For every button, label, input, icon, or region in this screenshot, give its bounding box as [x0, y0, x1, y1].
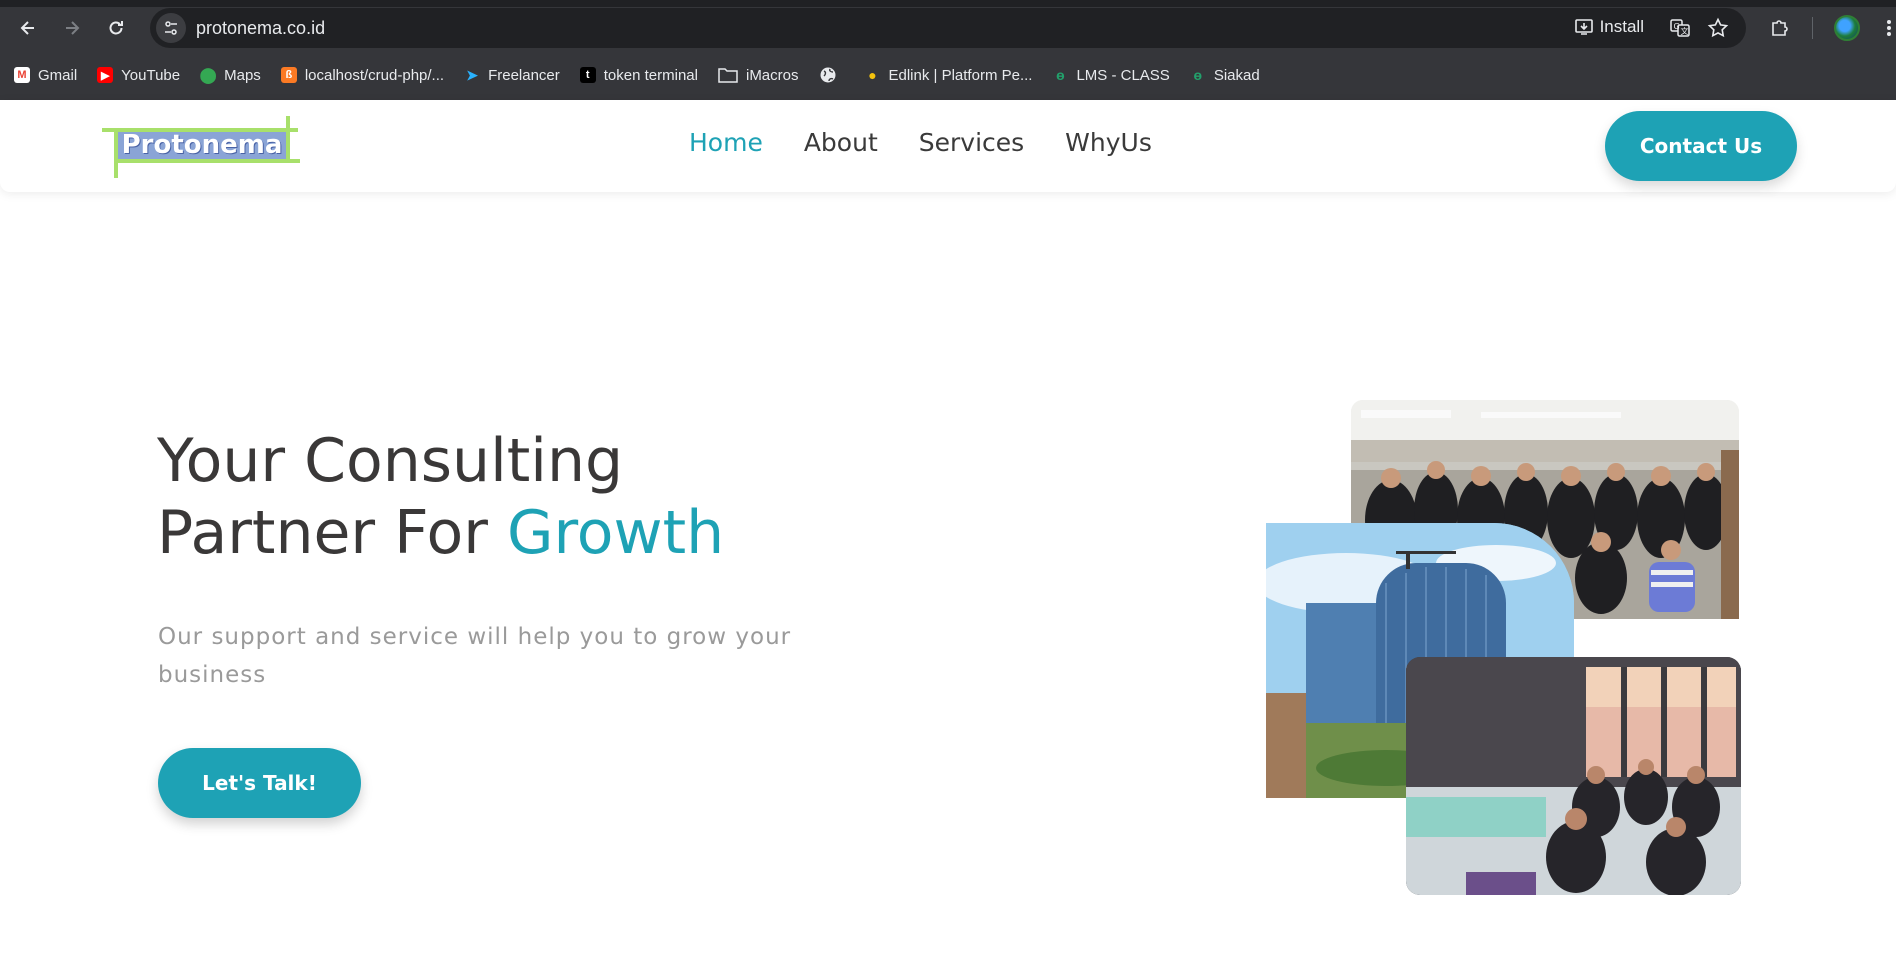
classroom-photo	[1406, 657, 1741, 895]
hero-title: Your Consulting Partner For Growth	[157, 425, 724, 569]
token-terminal-icon: t	[579, 67, 596, 83]
youtube-icon: ▶	[97, 67, 114, 83]
classroom-photo-illustration	[1406, 657, 1741, 895]
site-logo[interactable]: Protonema	[102, 116, 300, 178]
install-icon	[1574, 19, 1593, 35]
bookmark-label: Freelancer	[488, 66, 560, 84]
tab-strip	[0, 0, 1896, 7]
browser-menu-button[interactable]	[1882, 14, 1896, 42]
bookmark-label: Maps	[224, 66, 261, 84]
bookmark-lms-class[interactable]: ɵ LMS - CLASS	[1052, 66, 1170, 84]
site-info-button[interactable]	[156, 13, 186, 43]
bookmark-label: Gmail	[38, 66, 78, 84]
install-label: Install	[1599, 17, 1644, 36]
arrow-left-icon	[20, 21, 34, 35]
bookmark-siakad[interactable]: ɵ Siakad	[1190, 67, 1260, 84]
svg-text:文: 文	[1681, 26, 1689, 36]
hero-title-line1: Your Consulting	[157, 426, 624, 496]
siakad-icon: ɵ	[1193, 67, 1203, 83]
more-vert-icon	[1887, 20, 1891, 36]
bookmark-gmail[interactable]: M Gmail	[14, 67, 77, 84]
bookmark-label: iMacros	[745, 66, 799, 84]
reload-icon	[109, 21, 123, 35]
reload-button[interactable]	[100, 12, 132, 44]
bookmark-label: YouTube	[121, 66, 181, 84]
translate-icon: G文	[1670, 19, 1690, 37]
xampp-icon: ß	[280, 67, 297, 83]
bookmark-label: Siakad	[1213, 66, 1260, 84]
profile-avatar[interactable]	[1834, 15, 1860, 41]
bookmark-star-button[interactable]	[1706, 16, 1730, 40]
bookmark-label: Edlink | Platform Pe...	[888, 66, 1033, 84]
nav-services[interactable]: Services	[919, 128, 1024, 157]
nav-home[interactable]: Home	[689, 128, 763, 157]
gmail-icon: M	[14, 67, 30, 83]
tune-icon	[165, 21, 177, 35]
contact-us-button[interactable]: Contact Us	[1605, 111, 1797, 181]
main-nav: Home About Services WhyUs	[689, 128, 1152, 157]
nav-whyus[interactable]: WhyUs	[1065, 128, 1152, 157]
browser-chrome: protonema.co.id Install G文 M Gmail ▶ You…	[0, 0, 1896, 100]
folder-icon	[718, 68, 738, 83]
lets-talk-button[interactable]: Let's Talk!	[158, 748, 361, 818]
bookmark-token-terminal[interactable]: t token terminal	[579, 66, 698, 84]
star-icon	[1707, 17, 1729, 38]
maps-icon: ⬤	[199, 67, 217, 84]
bookmark-youtube[interactable]: ▶ YouTube	[97, 67, 180, 84]
edlink-icon: ●	[868, 67, 877, 83]
bookmark-edlink[interactable]: ● Edlink | Platform Pe...	[865, 66, 1033, 84]
hero-title-line2: Partner For	[157, 498, 507, 568]
toolbar-divider	[1812, 17, 1813, 39]
extensions-button[interactable]	[1766, 14, 1794, 42]
bookmark-freelancer[interactable]: ➤ Freelancer	[464, 67, 560, 84]
bookmark-localhost[interactable]: ß localhost/crud-php/...	[280, 66, 445, 84]
bookmark-label: LMS - CLASS	[1076, 66, 1170, 84]
hero-title-accent: Growth	[506, 498, 725, 568]
hero-subtitle: Our support and service will help you to…	[158, 624, 792, 688]
address-bar[interactable]: protonema.co.id Install G文	[150, 8, 1746, 48]
site-header: Protonema Home About Services WhyUs Cont…	[0, 100, 1896, 192]
back-button[interactable]	[12, 12, 44, 44]
freelancer-icon: ➤	[466, 66, 478, 83]
puzzle-icon	[1772, 20, 1788, 36]
bookmark-label: token terminal	[603, 66, 698, 84]
web-page: Protonema Home About Services WhyUs Cont…	[0, 100, 1896, 968]
arrow-right-icon	[66, 21, 80, 35]
install-app-button[interactable]: Install	[1574, 17, 1644, 37]
bookmark-globe[interactable]	[819, 66, 845, 84]
url-text[interactable]: protonema.co.id	[196, 18, 325, 39]
bookmarks-bar: M Gmail ▶ YouTube ⬤ Maps ß localhost/cru…	[0, 60, 1896, 90]
translate-button[interactable]: G文	[1668, 16, 1692, 40]
bookmark-label: localhost/crud-php/...	[304, 66, 445, 84]
forward-button[interactable]	[56, 12, 88, 44]
logo-frame	[286, 116, 290, 162]
bookmark-imacros[interactable]: iMacros	[718, 67, 799, 84]
globe-icon	[820, 67, 835, 83]
nav-about[interactable]: About	[804, 128, 878, 157]
lms-icon: ɵ	[1056, 67, 1065, 83]
logo-text: Protonema	[118, 132, 286, 159]
svg-text:G: G	[1674, 22, 1680, 31]
bookmark-maps[interactable]: ⬤ Maps	[199, 66, 261, 85]
